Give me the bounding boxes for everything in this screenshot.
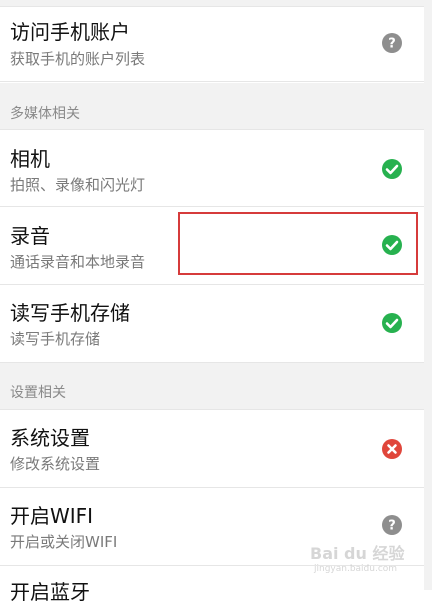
permission-subtitle: 修改系统设置 xyxy=(10,455,101,473)
cross-icon[interactable] xyxy=(381,438,403,460)
question-icon[interactable]: ? xyxy=(381,514,403,536)
permission-title: 开启WIFI xyxy=(10,504,94,528)
watermark-url: jingyan.baidu.com xyxy=(314,564,398,574)
permission-title: 访问手机账户 xyxy=(10,20,130,44)
permission-row-camera[interactable]: 相机 拍照、录像和闪光灯 xyxy=(0,130,424,207)
annotation-highlight-box xyxy=(178,212,418,275)
check-icon[interactable] xyxy=(381,158,403,180)
section-label: 多媒体相关 xyxy=(10,106,80,122)
permission-row-storage[interactable]: 读写手机存储 读写手机存储 xyxy=(0,285,424,363)
permission-subtitle: 开启或关闭WIFI xyxy=(10,533,118,551)
section-header-settings: 设置相关 xyxy=(0,363,424,410)
question-icon[interactable]: ? xyxy=(381,32,403,54)
permission-subtitle: 通话录音和本地录音 xyxy=(10,253,146,271)
permission-title: 录音 xyxy=(10,224,50,248)
top-divider xyxy=(0,0,424,7)
right-edge-strip xyxy=(424,0,432,590)
svg-text:?: ? xyxy=(388,519,396,534)
permission-title: 系统设置 xyxy=(10,426,90,450)
svg-text:?: ? xyxy=(388,37,396,52)
permission-subtitle: 拍照、录像和闪光灯 xyxy=(10,176,146,194)
baidu-watermark: Bai du 经验 jingyan.baidu.com xyxy=(310,540,410,580)
permission-subtitle: 获取手机的账户列表 xyxy=(10,50,146,68)
section-header-multimedia: 多媒体相关 xyxy=(0,83,424,130)
permission-title: 读写手机存储 xyxy=(10,301,130,325)
permission-subtitle: 读写手机存储 xyxy=(10,330,101,348)
watermark-brand: Bai du 经验 xyxy=(310,544,405,563)
check-icon[interactable] xyxy=(381,312,403,334)
permission-row-system-settings[interactable]: 系统设置 修改系统设置 xyxy=(0,410,424,488)
permission-title: 相机 xyxy=(10,147,50,171)
permission-row-accounts[interactable]: 访问手机账户 获取手机的账户列表 ? xyxy=(0,7,424,82)
section-label: 设置相关 xyxy=(10,385,66,401)
permission-title: 开启蓝牙 xyxy=(10,580,90,604)
